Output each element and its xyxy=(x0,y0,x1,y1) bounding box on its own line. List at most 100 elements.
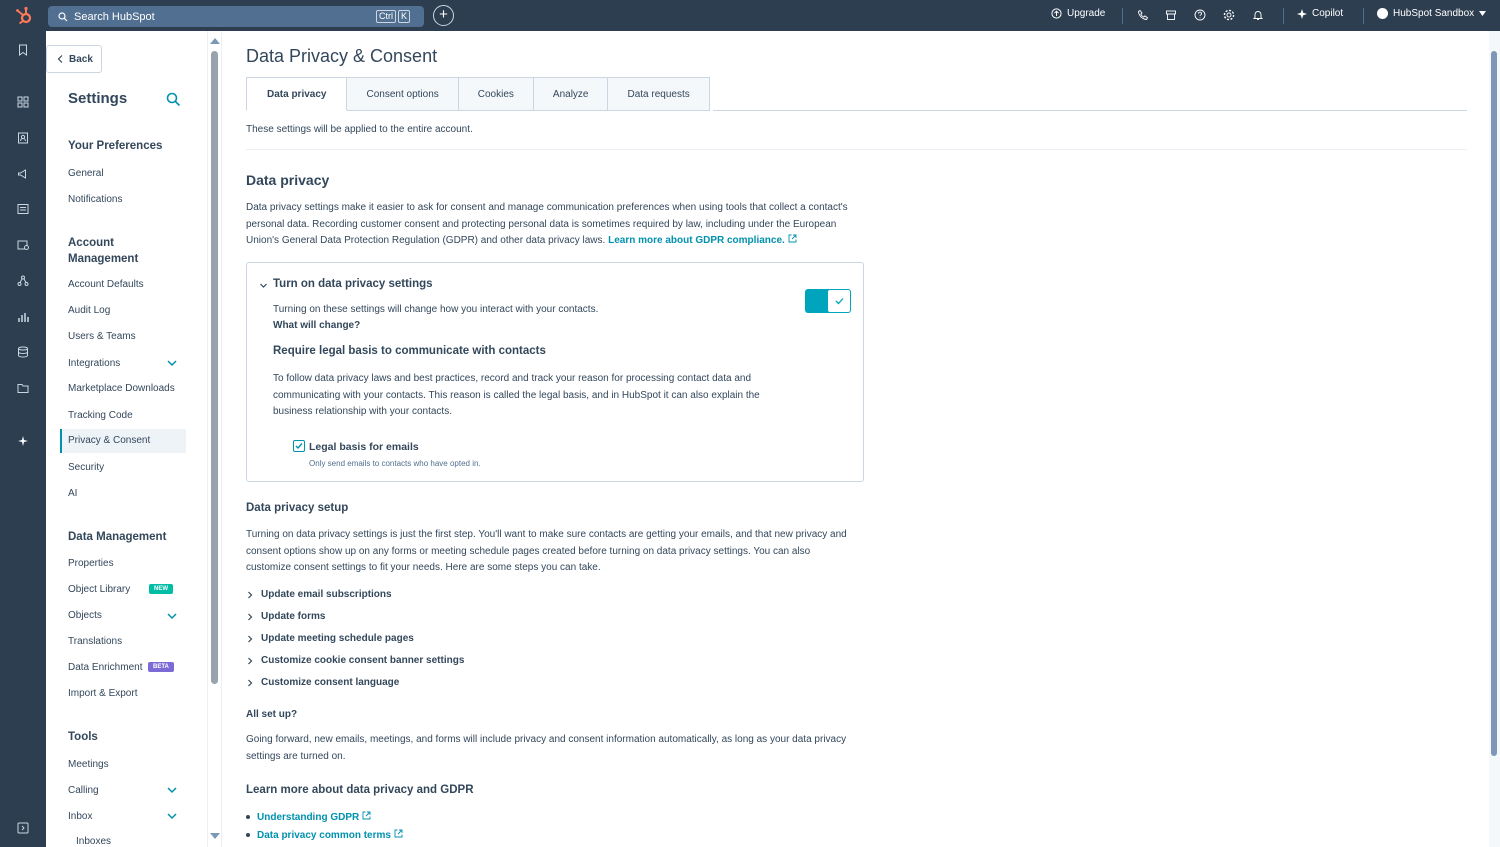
upgrade-button[interactable]: Upgrade xyxy=(1051,8,1105,19)
workspaces-grid-icon[interactable] xyxy=(17,96,29,108)
notifications-bell-icon[interactable] xyxy=(1252,9,1264,21)
tab-data-privacy[interactable]: Data privacy xyxy=(246,77,348,111)
all-set-paragraph: Going forward, new emails, meetings, and… xyxy=(246,734,847,762)
tab-data-requests[interactable]: Data requests xyxy=(608,77,710,111)
sidebar-scroll-thumb[interactable] xyxy=(211,51,218,684)
checkmark-icon xyxy=(295,443,303,450)
list-item: Data privacy common terms xyxy=(246,829,403,841)
sidebar-item-tracking-code[interactable]: Tracking Code xyxy=(68,410,186,421)
account-menu[interactable]: HubSpot Sandbox xyxy=(1377,8,1487,19)
account-scope-note: These settings will be applied to the en… xyxy=(246,124,473,135)
chevron-right-icon xyxy=(248,635,253,642)
sidebar-item-ai[interactable]: AI xyxy=(68,488,186,499)
sidebar-item-import-export[interactable]: Import & Export xyxy=(68,688,186,699)
commerce-icon[interactable] xyxy=(17,239,29,251)
library-folder-icon[interactable] xyxy=(17,382,29,394)
search-placeholder: Search HubSpot xyxy=(74,10,155,23)
accordion-update-meeting-pages[interactable]: Update meeting schedule pages xyxy=(246,633,414,644)
what-will-change-link[interactable]: What will change? xyxy=(273,320,360,331)
sidebar-item-security[interactable]: Security xyxy=(68,462,186,473)
account-label: HubSpot Sandbox xyxy=(1393,8,1475,19)
sidebar-subitem-inboxes[interactable]: Inboxes xyxy=(76,836,194,847)
legal-basis-emails-checkbox[interactable] xyxy=(293,440,305,452)
main-scroll-thumb[interactable] xyxy=(1491,51,1497,756)
sidebar-item-general[interactable]: General xyxy=(68,168,186,179)
page-title: Data Privacy & Consent xyxy=(246,46,438,66)
learn-more-heading: Learn more about data privacy and GDPR xyxy=(246,784,474,796)
tabs-underline xyxy=(713,110,1467,111)
automation-icon[interactable] xyxy=(17,275,29,287)
contacts-icon[interactable] xyxy=(17,132,29,144)
content-icon[interactable] xyxy=(17,203,29,215)
sidebar-item-notifications[interactable]: Notifications xyxy=(68,194,186,205)
link-label: Understanding GDPR xyxy=(257,812,360,823)
turn-on-settings-title[interactable]: Turn on data privacy settings xyxy=(273,278,433,290)
sidebar-item-users-teams[interactable]: Users & Teams xyxy=(68,331,186,342)
chevron-right-icon xyxy=(248,613,253,620)
main-scrollbar[interactable] xyxy=(1489,31,1500,847)
hubspot-logo-icon[interactable] xyxy=(14,6,34,26)
sidebar-item-privacy-consent[interactable]: Privacy & Consent xyxy=(60,429,186,453)
sidebar-item-marketplace-downloads[interactable]: Marketplace Downloads xyxy=(68,383,186,394)
chevron-down-icon[interactable] xyxy=(259,281,268,290)
bookmark-icon[interactable] xyxy=(17,44,29,56)
accordion-cookie-banner[interactable]: Customize cookie consent banner settings xyxy=(246,655,464,666)
accordion-label: Customize consent language xyxy=(261,677,400,688)
upgrade-label: Upgrade xyxy=(1067,8,1106,19)
sidebar-item-meetings[interactable]: Meetings xyxy=(68,759,186,770)
chevron-down-icon[interactable] xyxy=(167,611,177,621)
data-privacy-toggle[interactable] xyxy=(805,289,851,313)
divider xyxy=(246,149,1467,150)
accordion-update-email-subscriptions[interactable]: Update email subscriptions xyxy=(246,589,392,600)
phone-icon[interactable] xyxy=(1137,9,1149,21)
data-privacy-heading: Data privacy xyxy=(246,172,330,188)
tab-consent-options[interactable]: Consent options xyxy=(347,77,459,111)
breeze-sparkle-icon[interactable] xyxy=(17,435,29,447)
scroll-down-arrow-icon[interactable] xyxy=(210,833,220,839)
create-new-button[interactable]: + xyxy=(433,5,454,26)
accordion-consent-language[interactable]: Customize consent language xyxy=(246,677,399,688)
sidebar-item-properties[interactable]: Properties xyxy=(68,558,186,569)
settings-gear-icon[interactable] xyxy=(1223,9,1235,21)
new-badge: NEW xyxy=(149,584,173,594)
chevron-down-icon[interactable] xyxy=(167,358,177,368)
sidebar-item-audit-log[interactable]: Audit Log xyxy=(68,305,186,316)
expand-sidebar-icon[interactable] xyxy=(17,822,29,834)
intro-paragraph: Data privacy settings make it easier to … xyxy=(246,200,851,250)
accordion-label: Customize cookie consent banner settings xyxy=(261,655,465,666)
marketing-megaphone-icon[interactable] xyxy=(17,168,29,180)
top-nav-bar: Search HubSpot Ctrl K + Upgrade Copilot … xyxy=(0,0,1500,31)
tab-analyze[interactable]: Analyze xyxy=(533,77,609,111)
gdpr-compliance-link[interactable]: Learn more about GDPR compliance. xyxy=(608,234,797,246)
sidebar-item-translations[interactable]: Translations xyxy=(68,636,186,647)
copilot-button[interactable]: Copilot xyxy=(1297,8,1343,19)
chevron-right-icon xyxy=(248,657,253,664)
global-search-input[interactable]: Search HubSpot Ctrl K xyxy=(48,6,424,27)
reporting-chart-icon[interactable] xyxy=(17,311,29,323)
external-link-icon xyxy=(788,234,797,243)
back-button[interactable]: Back xyxy=(46,45,102,73)
setup-paragraph: Turning on data privacy settings is just… xyxy=(246,529,847,573)
privacy-common-terms-link[interactable]: Data privacy common terms xyxy=(257,829,403,841)
sidebar-item-account-defaults[interactable]: Account Defaults xyxy=(68,279,186,290)
legal-basis-emails-label[interactable]: Legal basis for emails xyxy=(309,441,419,453)
help-icon[interactable] xyxy=(1194,9,1206,21)
chevron-down-icon[interactable] xyxy=(167,785,177,795)
tab-cookies[interactable]: Cookies xyxy=(458,77,534,111)
accordion-update-forms[interactable]: Update forms xyxy=(246,611,325,622)
settings-change-note: Turning on these settings will change ho… xyxy=(273,304,599,315)
all-set-heading: All set up? xyxy=(246,709,298,720)
account-avatar xyxy=(1377,8,1388,19)
data-database-icon[interactable] xyxy=(17,346,29,358)
chevron-left-icon xyxy=(57,55,63,63)
understanding-gdpr-link[interactable]: Understanding GDPR xyxy=(257,811,371,823)
left-nav-rail xyxy=(0,31,46,847)
marketplace-icon[interactable] xyxy=(1165,9,1177,21)
settings-search-icon[interactable] xyxy=(166,92,181,107)
chevron-down-icon[interactable] xyxy=(167,811,177,821)
link-label: Data privacy common terms xyxy=(257,830,391,841)
bullet xyxy=(246,833,250,837)
sidebar-scrollbar[interactable] xyxy=(208,31,222,847)
accordion-label: Update forms xyxy=(261,611,326,622)
scroll-up-arrow-icon[interactable] xyxy=(210,38,220,44)
